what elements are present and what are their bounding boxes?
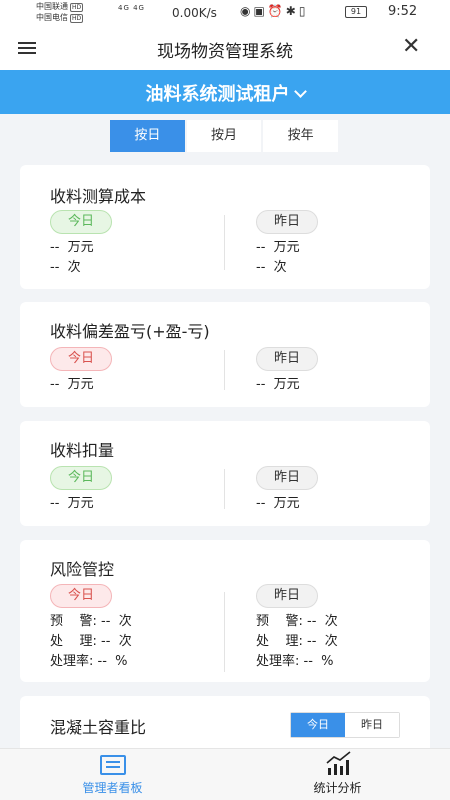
close-icon[interactable]: ✕ (402, 34, 420, 60)
card-title: 收料测算成本 (50, 187, 147, 206)
tab-monthly[interactable]: 按月 (186, 120, 262, 152)
bottom-nav: 管理者看板 统计分析 (0, 748, 450, 800)
vibrate-icon: ▯ (298, 4, 309, 18)
card-concrete-density: 混凝土容重比 今日 昨日 (20, 696, 430, 756)
today-amount: -- 万元 (50, 377, 94, 392)
yesterday-badge: 昨日 (256, 347, 318, 371)
yesterday-badge: 昨日 (256, 210, 318, 234)
today-amount: -- 万元 (50, 240, 94, 255)
battery-icon: 91 (345, 6, 367, 18)
toggle-today[interactable]: 今日 (291, 713, 345, 737)
nav-manager-dashboard[interactable]: 管理者看板 (0, 749, 225, 800)
nav-label: 管理者看板 (82, 781, 143, 795)
divider (224, 350, 225, 390)
yesterday-amount: -- 万元 (256, 496, 300, 511)
chevron-down-icon[interactable] (293, 85, 307, 98)
today-count: -- 次 (50, 260, 81, 275)
day-toggle: 今日 昨日 (290, 712, 400, 738)
nav-label: 统计分析 (313, 781, 362, 795)
yesterday-badge: 昨日 (256, 466, 318, 490)
yesterday-handled: 处 理: -- 次 (256, 634, 338, 649)
network-speed: 0.00K/s (172, 6, 217, 20)
card-receipt-deduction: 收料扣量 今日 昨日 -- 万元 -- 万元 (20, 421, 430, 526)
tenant-name[interactable]: 油料系统测试租户 (146, 84, 290, 105)
chart-icon (326, 751, 351, 775)
system-icons: ◉▣⏰✱▯ (240, 4, 308, 18)
hd-badge: HD (70, 3, 84, 12)
today-amount: -- 万元 (50, 496, 94, 511)
toggle-yesterday[interactable]: 昨日 (345, 713, 399, 737)
yesterday-amount: -- 万元 (256, 240, 300, 255)
nfc-icon: ▣ (253, 4, 268, 18)
eye-icon: ◉ (240, 4, 254, 18)
carrier-info: 中国联通 HD 中国电信 HD (36, 1, 84, 23)
today-warning: 预 警: -- 次 (50, 614, 132, 629)
today-handled: 处 理: -- 次 (50, 634, 132, 649)
card-receipt-deviation: 收料偏差盈亏(+盈-亏) 今日 昨日 -- 万元 -- 万元 (20, 302, 430, 407)
card-title: 收料偏差盈亏(+盈-亏) (50, 322, 210, 341)
status-bar: 中国联通 HD 中国电信 HD 4G 4G 0.00K/s ◉▣⏰✱▯ 91 9:5… (0, 0, 450, 26)
clock: 9:52 (388, 4, 418, 19)
yesterday-rate: 处理率: -- % (256, 654, 334, 669)
today-badge: 今日 (50, 210, 112, 234)
yesterday-amount: -- 万元 (256, 377, 300, 392)
today-rate: 处理率: -- % (50, 654, 128, 669)
carrier-2: 中国电信 (36, 13, 68, 22)
tab-yearly[interactable]: 按年 (263, 120, 339, 152)
card-title: 混凝土容重比 (50, 718, 147, 737)
app-header: 现场物资管理系统 ✕ (0, 26, 450, 70)
yesterday-count: -- 次 (256, 260, 287, 275)
tenant-selector[interactable]: 油料系统测试租户 (0, 70, 450, 114)
today-badge: 今日 (50, 466, 112, 490)
yesterday-warning: 预 警: -- 次 (256, 614, 338, 629)
tenant-name-wrap[interactable]: 油料系统测试租户 (0, 80, 450, 106)
card-risk-control: 风险管控 今日 昨日 预 警: -- 次 处 理: -- 次 处理率: -- %… (20, 540, 430, 682)
card-receipt-cost: 收料测算成本 今日 昨日 -- 万元 -- 次 -- 万元 -- 次 (20, 165, 430, 289)
period-tabs: 按日 按月 按年 (110, 120, 340, 152)
bluetooth-icon: ✱ (285, 4, 299, 18)
hd-badge: HD (70, 14, 84, 23)
divider (224, 215, 225, 270)
app-title: 现场物资管理系统 (157, 42, 293, 62)
today-badge: 今日 (50, 347, 112, 371)
today-badge: 今日 (50, 584, 112, 608)
card-title: 收料扣量 (50, 441, 115, 460)
alarm-icon: ⏰ (267, 4, 286, 18)
nav-statistics[interactable]: 统计分析 (225, 749, 450, 800)
dashboard-icon (100, 755, 126, 775)
yesterday-badge: 昨日 (256, 584, 318, 608)
network-type: 4G 4G (118, 4, 145, 12)
divider (224, 592, 225, 672)
card-title: 风险管控 (50, 560, 115, 579)
divider (224, 469, 225, 509)
carrier-1: 中国联通 (36, 2, 68, 11)
tab-daily[interactable]: 按日 (110, 120, 185, 152)
